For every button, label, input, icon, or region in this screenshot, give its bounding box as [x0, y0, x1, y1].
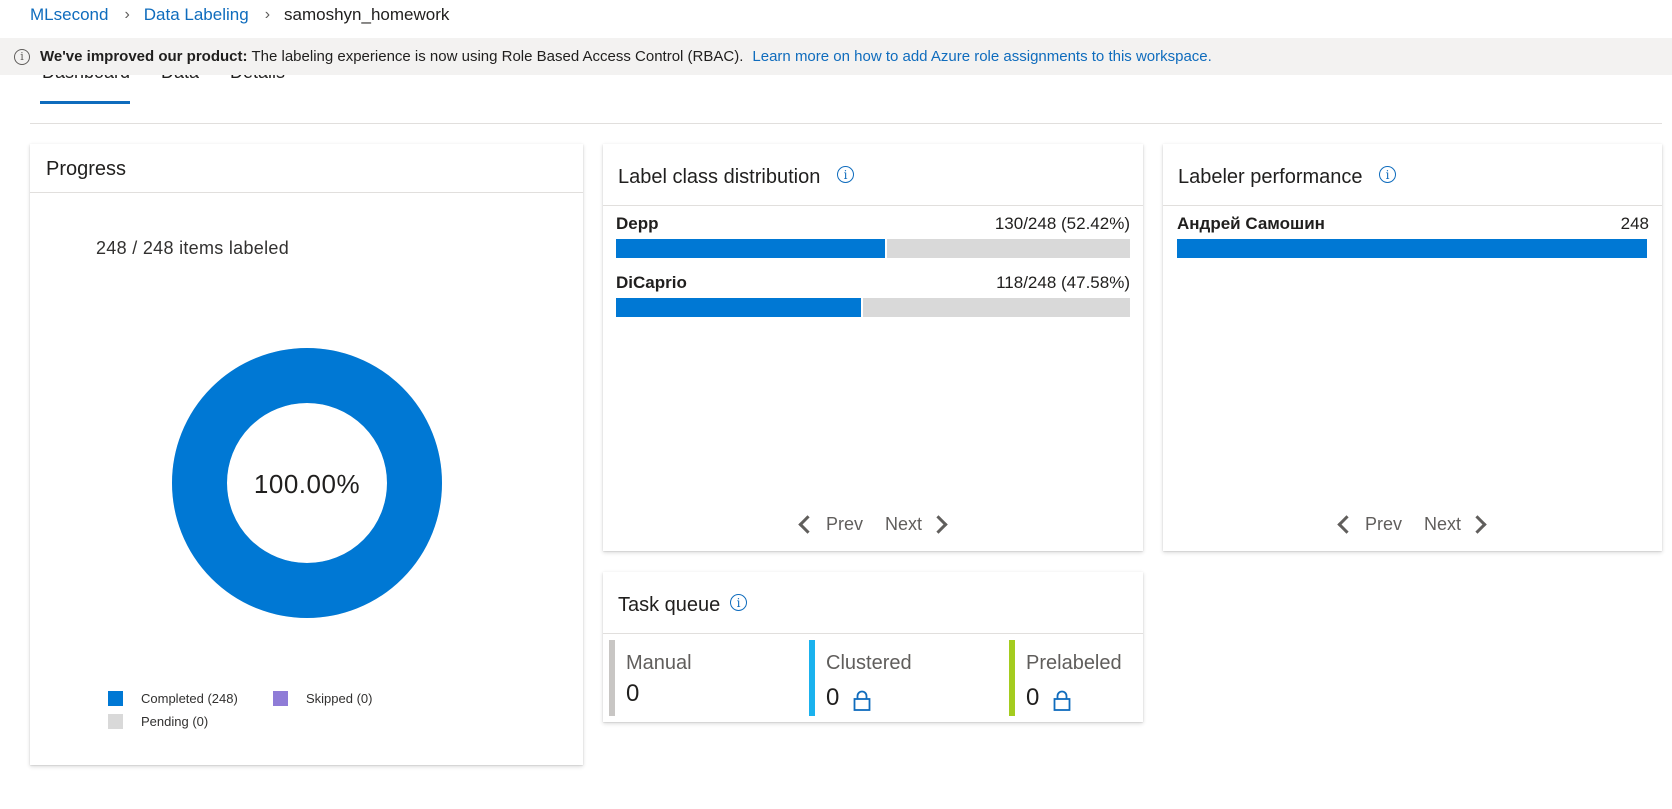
task-queue-prelabeled: Prelabeled 0 — [1009, 640, 1199, 716]
card-divider — [603, 205, 1143, 206]
info-icon[interactable]: i — [730, 594, 747, 611]
tabs-divider — [30, 123, 1662, 124]
labeler-row-value: 248 — [1620, 214, 1649, 233]
queue-color-bar — [1009, 640, 1015, 716]
queue-label: Manual — [626, 652, 692, 674]
legend-label: Completed (248) — [141, 691, 238, 706]
info-icon[interactable]: i — [1379, 166, 1396, 183]
donut-percent-label: 100.00% — [253, 469, 361, 499]
legend-swatch-completed — [108, 691, 123, 706]
bar-gap — [860, 298, 863, 317]
banner-title: We've improved our product: — [40, 48, 248, 65]
legend-skipped: Skipped (0) — [273, 691, 372, 706]
next-button[interactable]: Next — [1424, 514, 1487, 535]
queue-color-bar — [809, 640, 815, 716]
legend-pending: Pending (0) — [108, 714, 208, 729]
next-label: Next — [885, 514, 923, 534]
queue-label: Prelabeled — [1026, 652, 1122, 674]
progress-card: Progress 248 / 248 items labeled 100.00%… — [30, 144, 583, 765]
breadcrumb-data-labeling-link[interactable]: Data Labeling — [144, 5, 249, 25]
items-labeled-text: 248 / 248 items labeled — [96, 238, 290, 258]
card-divider — [603, 633, 1143, 634]
card-divider — [1163, 205, 1662, 206]
label-bar-fill — [616, 239, 886, 258]
queue-value: 0 — [626, 680, 640, 707]
breadcrumb-workspace-link[interactable]: MLsecond — [30, 5, 108, 25]
lock-icon — [853, 690, 871, 711]
card-divider — [30, 192, 583, 193]
breadcrumb-project-name: samoshyn_homework — [284, 5, 450, 24]
legend-swatch-skipped — [273, 691, 288, 706]
label-bar-track — [616, 298, 1130, 317]
task-queue-manual: Manual 0 — [609, 640, 799, 716]
chevron-right-icon — [1468, 515, 1487, 534]
chevron-right-icon — [929, 515, 948, 534]
labeler-performance-pager: Prev Next — [1337, 514, 1487, 535]
label-distribution-title: Label class distribution — [618, 166, 821, 188]
banner-message: The labeling experience is now using Rol… — [251, 48, 744, 65]
prev-label: Prev — [1365, 514, 1403, 534]
labeler-performance-title: Labeler performance — [1178, 166, 1363, 188]
chevron-left-icon — [1337, 515, 1356, 534]
task-queue-title: Task queue — [618, 594, 721, 616]
label-bar-track — [616, 239, 1130, 258]
labeler-bar-track — [1177, 239, 1647, 258]
label-row-value: 130/248 (52.42%) — [994, 214, 1130, 233]
label-distribution-pager: Prev Next — [798, 514, 948, 535]
label-row-value: 118/248 (47.58%) — [996, 273, 1130, 292]
chevron-right-icon: › — [124, 6, 130, 23]
queue-color-bar — [609, 640, 615, 716]
rbac-info-banner: i We've improved our product: The labeli… — [0, 38, 1672, 75]
progress-title: Progress — [46, 158, 127, 180]
breadcrumb: MLsecond › Data Labeling › samoshyn_home… — [30, 4, 449, 26]
prev-button[interactable]: Prev — [798, 514, 864, 535]
legend-label: Skipped (0) — [306, 691, 373, 706]
prev-button[interactable]: Prev — [1337, 514, 1403, 535]
prev-label: Prev — [826, 514, 864, 534]
labeler-performance-card: Labeler performance i Андрей Самошин 248… — [1163, 144, 1662, 551]
lock-icon — [1053, 690, 1071, 711]
info-icon[interactable]: i — [837, 166, 854, 183]
labeler-bar-fill — [1177, 239, 1647, 258]
label-row-name: Depp — [616, 214, 659, 233]
queue-label: Clustered — [826, 652, 912, 674]
rbac-learn-more-link[interactable]: Learn more on how to add Azure role assi… — [752, 48, 1211, 65]
next-button[interactable]: Next — [885, 514, 948, 535]
selected-tab-indicator — [40, 101, 130, 104]
labeler-row-name: Андрей Самошин — [1177, 214, 1325, 233]
next-label: Next — [1424, 514, 1462, 534]
chevron-right-icon: › — [264, 6, 271, 23]
bar-gap — [885, 239, 888, 258]
label-bar-fill — [616, 298, 861, 317]
chevron-left-icon — [798, 515, 817, 534]
label-class-distribution-card: Label class distribution i Depp 130/248 … — [603, 144, 1143, 551]
legend-completed: Completed (248) — [108, 691, 238, 706]
label-row-name: DiCaprio — [616, 273, 687, 292]
info-icon: i — [14, 48, 30, 65]
queue-value: 0 — [1026, 684, 1040, 711]
queue-value: 0 — [826, 684, 840, 711]
legend-label: Pending (0) — [141, 714, 209, 729]
legend-swatch-pending — [108, 714, 123, 729]
task-queue-clustered: Clustered 0 — [809, 640, 999, 716]
